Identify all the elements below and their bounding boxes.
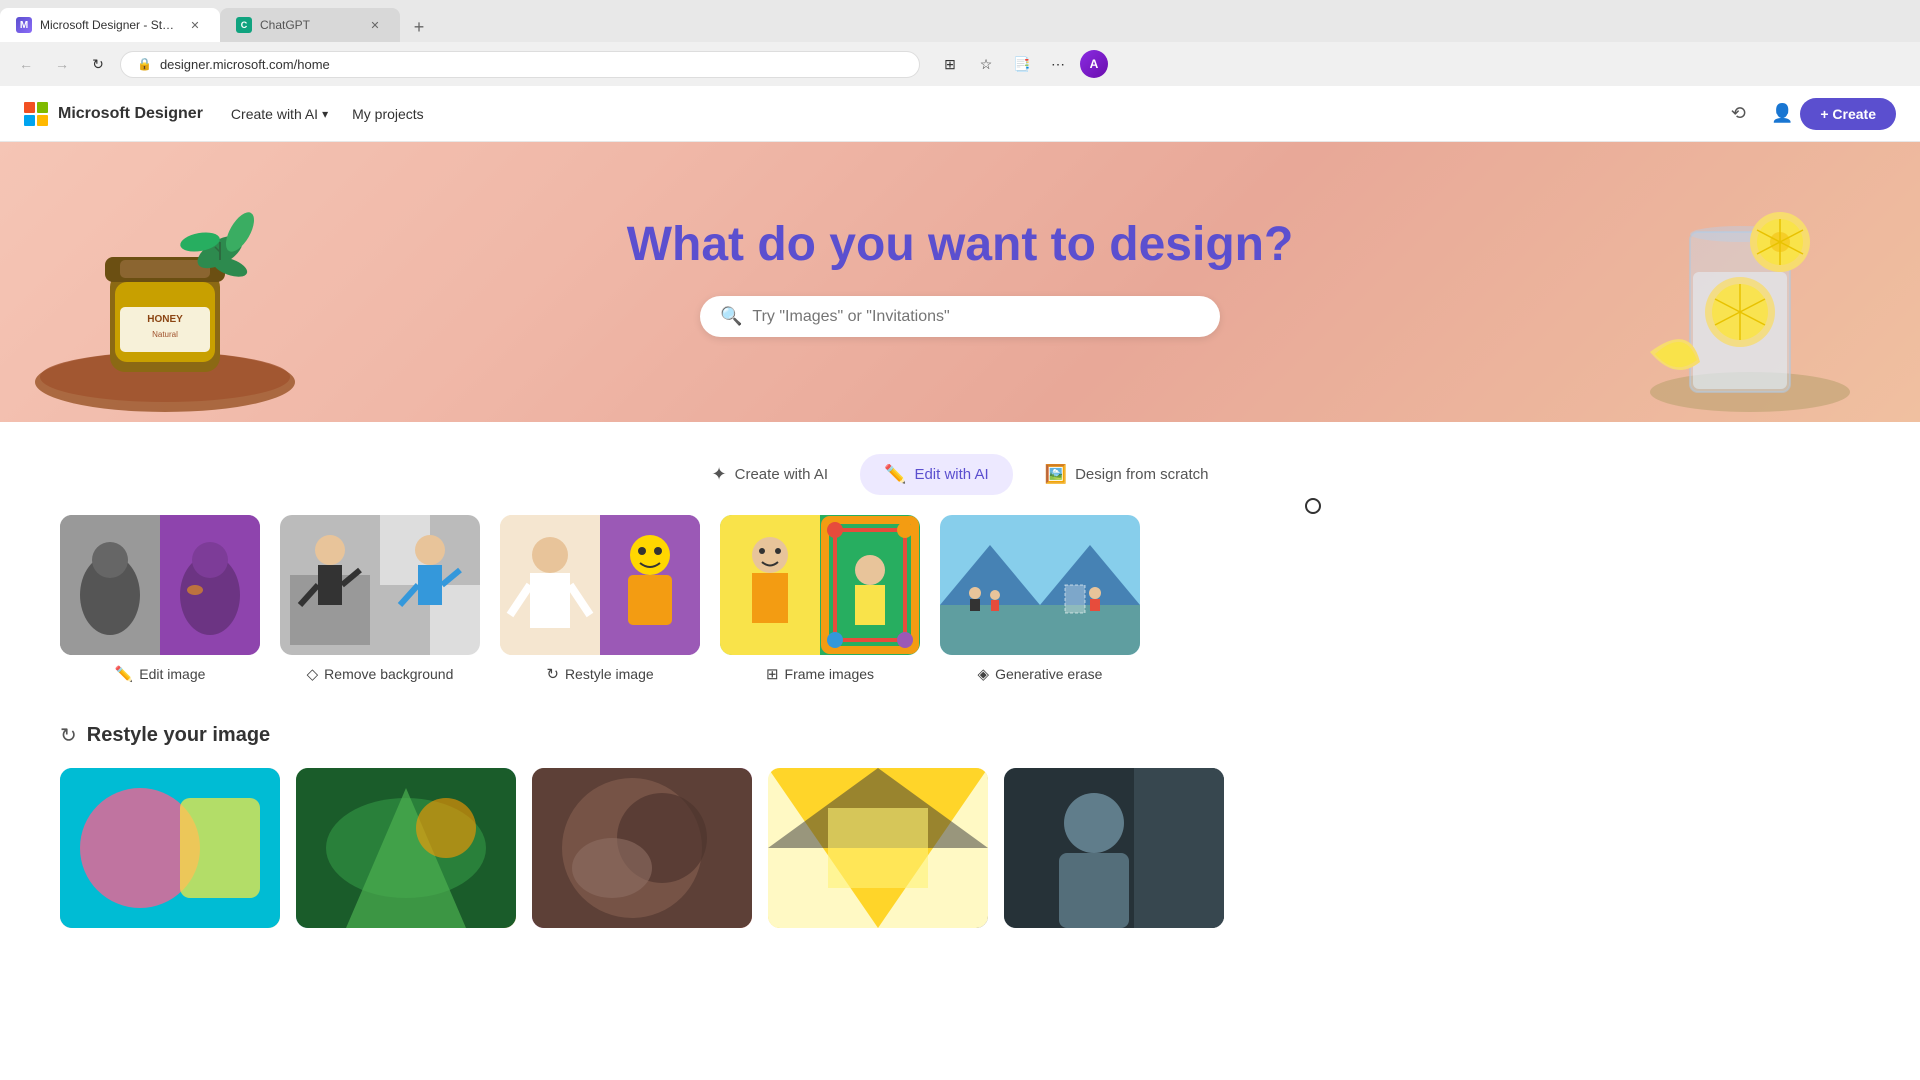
hero-search: 🔍 (700, 296, 1220, 337)
nav-projects-label: My projects (352, 106, 424, 122)
edit-ai-icon: ✏️ (884, 464, 906, 485)
tab-chatgpt[interactable]: C ChatGPT ✕ (220, 8, 400, 42)
restyle-card-3[interactable] (532, 768, 752, 928)
restyle-section: ↻ Restyle your image (0, 703, 1920, 948)
logo-quadrant-1 (24, 102, 35, 113)
lock-icon: 🔒 (137, 57, 152, 71)
tab-favicon-designer: M (16, 17, 32, 33)
restyle-section-icon: ↻ (60, 723, 77, 748)
back-button[interactable]: ← (12, 50, 40, 78)
tab-create-ai-label: Create with AI (735, 466, 828, 483)
card-edit-image[interactable]: ✏️ Edit image (60, 515, 260, 683)
logo-quadrant-2 (37, 102, 48, 113)
restyle-section-title: Restyle your image (87, 724, 270, 747)
share-icon[interactable]: ⟲ (1720, 96, 1756, 132)
card-edit-image-label: ✏️ Edit image (115, 665, 206, 683)
svg-text:Natural: Natural (152, 330, 178, 339)
profile-avatar[interactable]: A (1080, 50, 1108, 78)
microsoft-logo (24, 102, 48, 126)
browser-actions: ⊞ ☆ 📑 ⋯ A (936, 50, 1108, 78)
card-frame-label: ⊞ Frame images (766, 665, 874, 683)
restyle-card-1[interactable] (60, 768, 280, 928)
collections-icon[interactable]: 📑 (1008, 50, 1036, 78)
restyle-card-5[interactable] (1004, 768, 1224, 928)
nav-create-ai-label: Create with AI (231, 106, 318, 122)
card-edit-image-img (60, 515, 260, 655)
address-bar-row: ← → ↻ 🔒 designer.microsoft.com/home ⊞ ☆ … (0, 42, 1920, 86)
tab-edit-ai[interactable]: ✏️ Edit with AI (860, 454, 1013, 495)
cards-grid: ✏️ Edit image (0, 515, 1920, 703)
restyle-card-4[interactable] (768, 768, 988, 928)
create-button[interactable]: + Create (1800, 98, 1896, 130)
tab-edit-ai-label: Edit with AI (914, 466, 988, 483)
tab-design-scratch-label: Design from scratch (1075, 466, 1208, 483)
tab-microsoft-designer[interactable]: M Microsoft Designer - Stunning... ✕ (0, 8, 220, 42)
tab-create-ai[interactable]: ✦ Create with AI (688, 454, 852, 495)
new-tab-button[interactable]: + (404, 12, 434, 42)
extensions-icon[interactable]: ⊞ (936, 50, 964, 78)
tab-close-designer[interactable]: ✕ (186, 16, 204, 34)
url-text: designer.microsoft.com/home (160, 57, 330, 72)
card-erase-label: ◈ Generative erase (978, 665, 1103, 683)
card-frame-img (720, 515, 920, 655)
search-input[interactable] (752, 308, 1200, 326)
address-bar[interactable]: 🔒 designer.microsoft.com/home (120, 51, 920, 78)
nav-projects[interactable]: My projects (340, 100, 436, 128)
card-restyle-label: ↻ Restyle image (546, 665, 653, 683)
forward-button[interactable]: → (48, 50, 76, 78)
card-remove-bg-icon: ◇ (307, 665, 319, 683)
restyle-card-2[interactable] (296, 768, 516, 928)
hero-decor-left: HONEY Natural (20, 152, 310, 422)
brand-name: Microsoft Designer (58, 105, 203, 123)
card-frame[interactable]: ⊞ Frame images (720, 515, 920, 683)
card-restyle-icon: ↻ (546, 665, 559, 683)
card-restyle-img (500, 515, 700, 655)
design-scratch-icon: 🖼️ (1045, 464, 1067, 485)
profile-icon[interactable]: 👤 (1764, 96, 1800, 132)
tab-title-designer: Microsoft Designer - Stunning... (40, 18, 178, 32)
favorites-icon[interactable]: ☆ (972, 50, 1000, 78)
more-icon[interactable]: ⋯ (1044, 50, 1072, 78)
restyle-cards-container (60, 768, 1860, 928)
nav-create-ai[interactable]: Create with AI ▾ (219, 100, 340, 128)
svg-text:HONEY: HONEY (147, 314, 183, 325)
reload-button[interactable]: ↻ (84, 50, 112, 78)
tab-favicon-chatgpt: C (236, 17, 252, 33)
tab-bar: M Microsoft Designer - Stunning... ✕ C C… (0, 0, 1920, 42)
card-remove-bg-img (280, 515, 480, 655)
card-erase-icon: ◈ (978, 665, 990, 683)
hero-decor-right (1620, 152, 1870, 422)
card-remove-bg-label: ◇ Remove background (307, 665, 454, 683)
nav-create-ai-chevron: ▾ (322, 107, 328, 121)
hero-center: What do you want to design? 🔍 (627, 217, 1294, 337)
create-button-label: + Create (1820, 106, 1876, 122)
card-edit-image-icon: ✏️ (115, 665, 134, 683)
hero-title: What do you want to design? (627, 217, 1294, 272)
tab-close-chatgpt[interactable]: ✕ (366, 16, 384, 34)
card-restyle[interactable]: ↻ Restyle image (500, 515, 700, 683)
logo-quadrant-4 (37, 115, 48, 126)
search-icon: 🔍 (720, 306, 742, 327)
restyle-header: ↻ Restyle your image (60, 723, 1860, 748)
brand: Microsoft Designer (24, 102, 203, 126)
tab-design-scratch[interactable]: 🖼️ Design from scratch (1021, 454, 1233, 495)
app-header: Microsoft Designer Create with AI ▾ My p… (0, 86, 1920, 142)
create-ai-icon: ✦ (712, 464, 727, 485)
tabs-section: ✦ Create with AI ✏️ Edit with AI 🖼️ Desi… (0, 422, 1920, 515)
card-remove-bg[interactable]: ◇ Remove background (280, 515, 480, 683)
logo-quadrant-3 (24, 115, 35, 126)
tab-title-chatgpt: ChatGPT (260, 18, 358, 32)
card-frame-icon: ⊞ (766, 665, 779, 683)
hero-section: HONEY Natural (0, 142, 1920, 422)
card-erase[interactable]: ◈ Generative erase (940, 515, 1140, 683)
card-erase-img (940, 515, 1140, 655)
browser-chrome: M Microsoft Designer - Stunning... ✕ C C… (0, 0, 1920, 86)
